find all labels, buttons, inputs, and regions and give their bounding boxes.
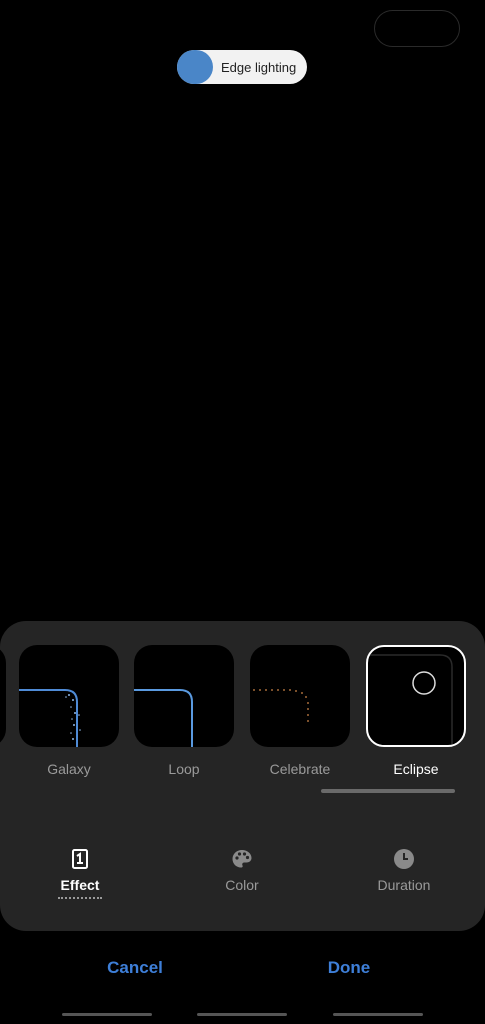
- effect-eclipse-preview: [366, 645, 466, 747]
- effect-label: Celebrate: [269, 761, 331, 777]
- effect-galaxy[interactable]: Galaxy: [19, 645, 119, 777]
- effect-celebrate-preview: [250, 645, 350, 747]
- effect-celebrate[interactable]: Celebrate: [250, 645, 350, 777]
- style-tabs: Effect Color Duration: [0, 847, 485, 907]
- done-button[interactable]: Done: [289, 958, 409, 978]
- effect-eclipse[interactable]: Eclipse: [366, 645, 466, 777]
- clock-icon: [394, 849, 414, 869]
- eclipse-preview-graphic: [368, 654, 453, 745]
- tab-duration-label: Duration: [377, 877, 431, 893]
- effect-label: Loop: [168, 761, 200, 777]
- effect-icon: [72, 849, 88, 869]
- carousel-scroll-indicator[interactable]: [321, 789, 455, 793]
- edge-lighting-toggle[interactable]: Edge lighting: [177, 50, 307, 84]
- tab-effect[interactable]: Effect: [20, 847, 140, 899]
- edge-lighting-label: Edge lighting: [221, 59, 297, 75]
- nav-back-button[interactable]: [333, 1013, 423, 1016]
- active-tab-indicator: [58, 897, 102, 899]
- effect-galaxy-preview: [19, 645, 119, 747]
- nav-home-button[interactable]: [197, 1013, 287, 1016]
- effect-thumbnail-partial[interactable]: [0, 645, 6, 747]
- loop-preview-graphic: [134, 689, 193, 747]
- celebrate-preview-graphic: [253, 689, 309, 722]
- effect-label: Galaxy: [47, 761, 91, 777]
- camera-cutout: [374, 10, 460, 47]
- palette-icon: [232, 850, 252, 868]
- effect-loop-preview: [134, 645, 234, 747]
- tab-effect-label: Effect: [60, 877, 100, 893]
- galaxy-preview-graphic: [19, 689, 81, 747]
- edge-lighting-style-panel: Galaxy Loop Celebrate Eclipse Effect Col…: [0, 621, 485, 931]
- effect-loop[interactable]: Loop: [134, 645, 234, 777]
- tab-color[interactable]: Color: [182, 847, 302, 893]
- effect-carousel[interactable]: Galaxy Loop Celebrate Eclipse: [0, 645, 485, 785]
- effect-label: Eclipse: [393, 761, 439, 777]
- toggle-knob: [177, 50, 213, 84]
- tab-duration[interactable]: Duration: [344, 847, 464, 893]
- tab-color-label: Color: [225, 877, 259, 893]
- nav-recents-button[interactable]: [62, 1013, 152, 1016]
- cancel-button[interactable]: Cancel: [75, 958, 195, 978]
